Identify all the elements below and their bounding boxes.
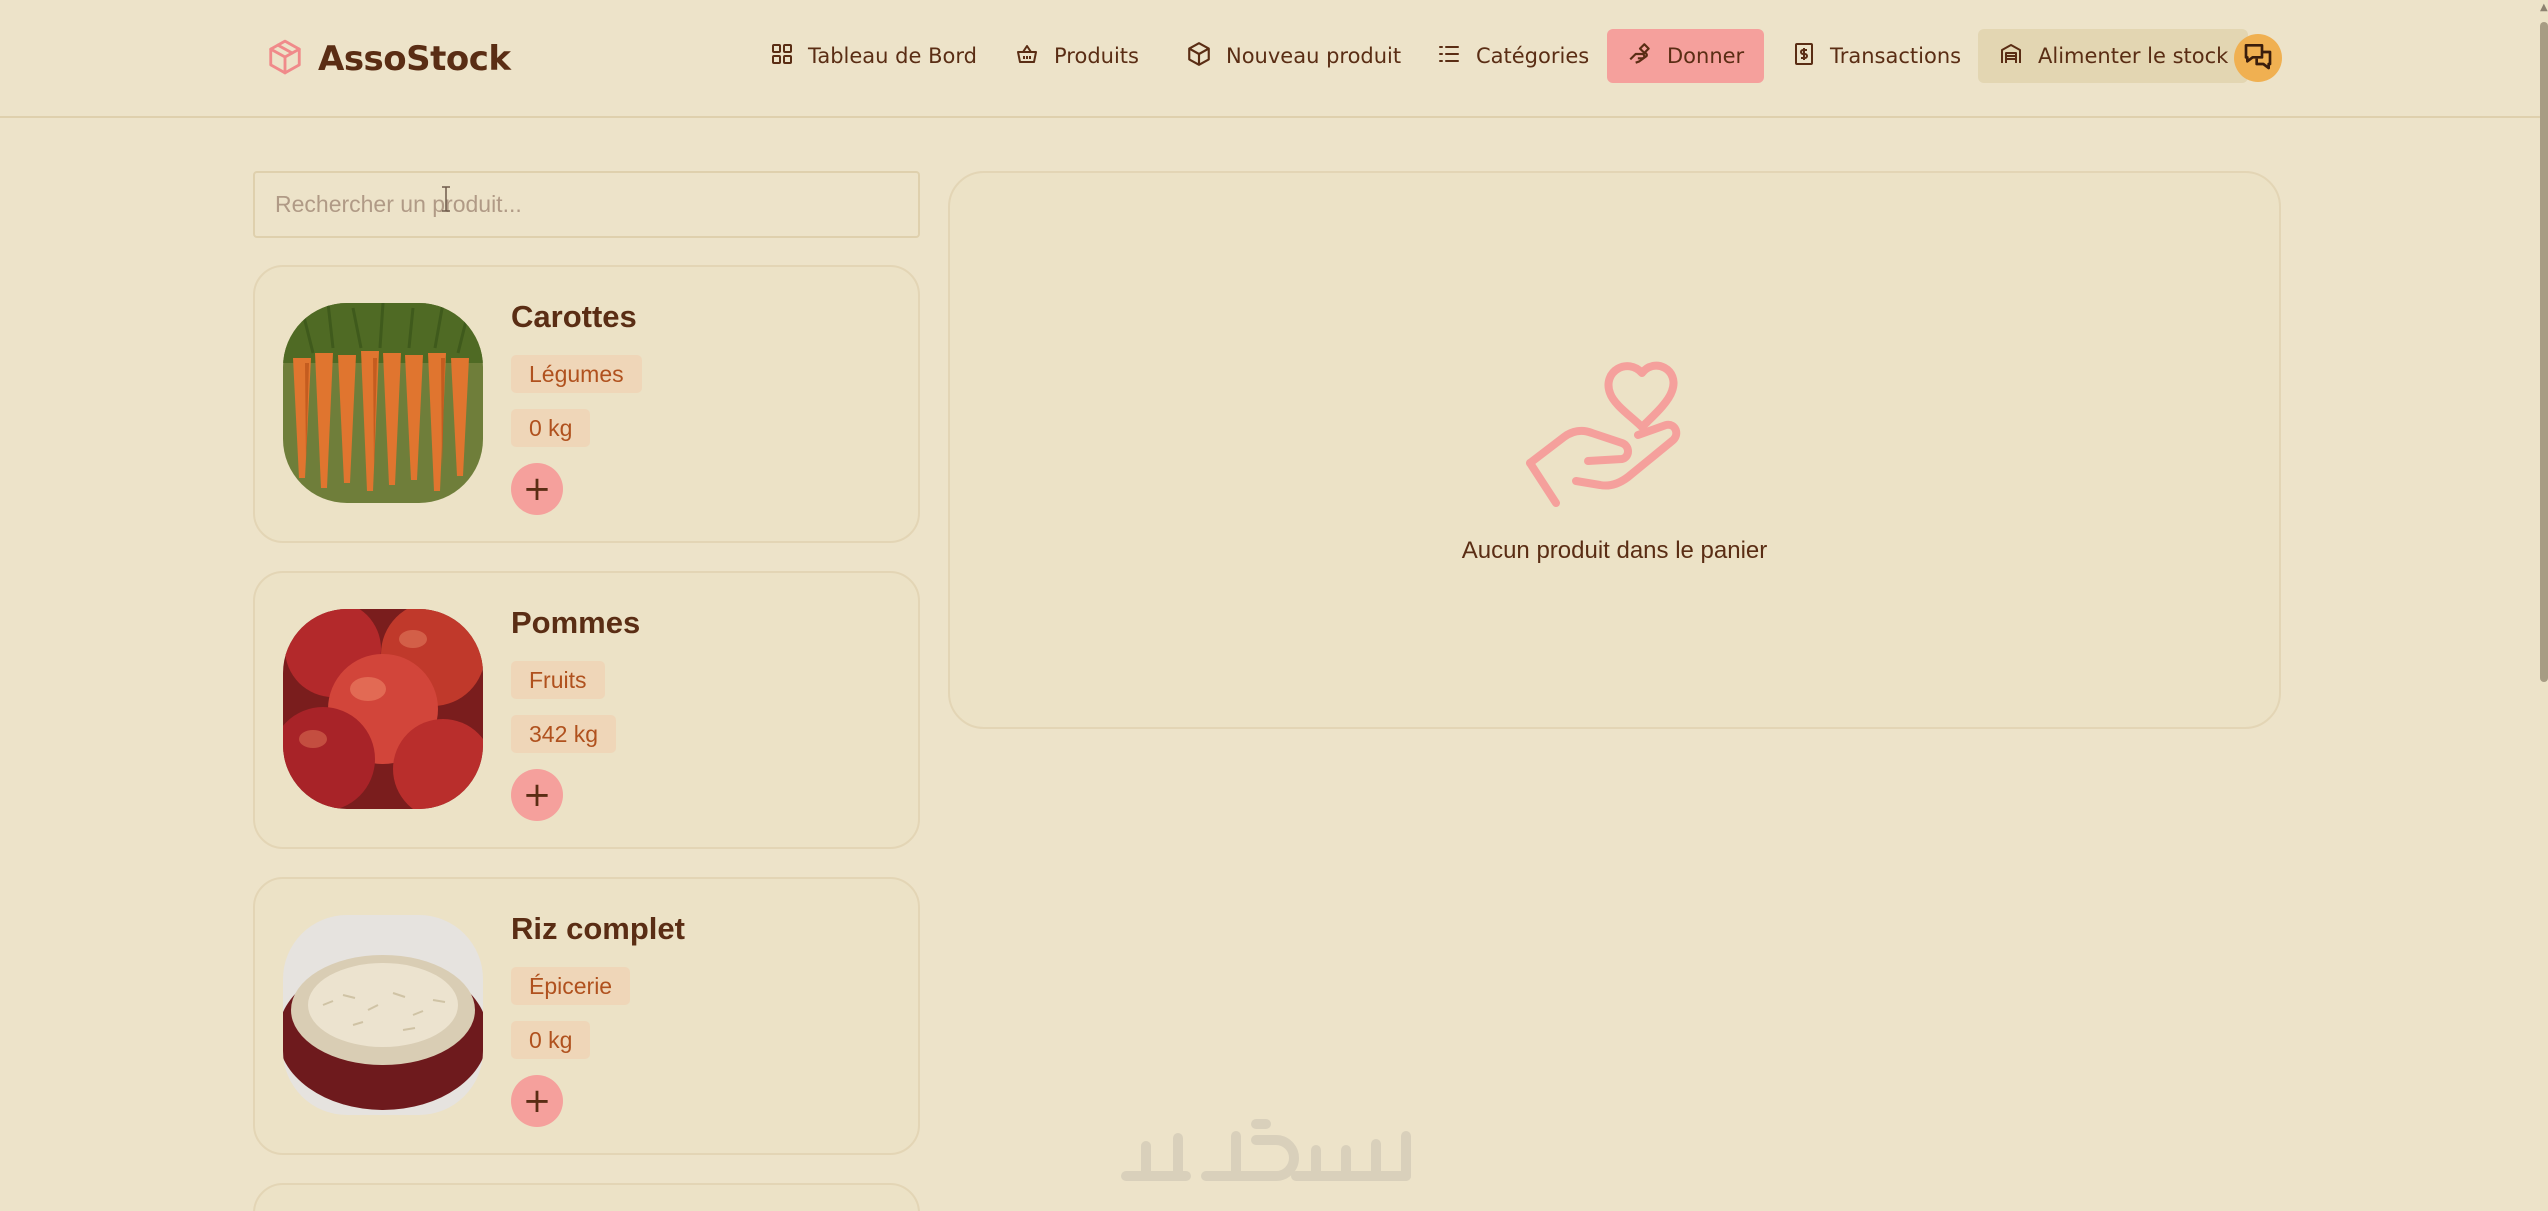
text-cursor-icon <box>442 186 450 212</box>
basket-icon <box>1014 42 1040 71</box>
nav-label: Produits <box>1054 44 1139 68</box>
scroll-up-arrow-icon[interactable]: ▲ <box>2540 2 2548 14</box>
nav-tableau-de-bord[interactable]: Tableau de Bord <box>750 28 997 84</box>
category-badge: Fruits <box>511 661 605 699</box>
chat-button[interactable] <box>2234 34 2282 82</box>
top-navbar: AssoStock Tableau de Bord Produits Nouve… <box>0 0 2540 118</box>
nav-produits[interactable]: Produits <box>994 28 1159 84</box>
empty-cart-message: Aucun produit dans le panier <box>1461 537 1768 564</box>
app-name: AssoStock <box>318 39 511 79</box>
stock-badge: 0 kg <box>511 409 591 447</box>
logo-box-icon <box>266 37 304 81</box>
stock-badge: 342 kg <box>511 715 617 753</box>
page-scrollbar[interactable]: ▲ <box>2540 0 2548 1211</box>
nav-label: Tableau de Bord <box>808 44 977 68</box>
add-to-cart-button[interactable]: + <box>511 463 563 515</box>
scrollbar-thumb[interactable] <box>2540 22 2548 682</box>
nav-alimenter-le-stock[interactable]: Alimenter le stock <box>1978 29 2249 83</box>
nav-label: Nouveau produit <box>1226 44 1402 68</box>
stock-badge: 0 kg <box>511 1021 591 1059</box>
add-to-cart-button[interactable]: + <box>511 769 563 821</box>
nav-nouveau-produit[interactable]: Nouveau produit <box>1166 28 1421 84</box>
add-to-cart-button[interactable]: + <box>511 1075 563 1127</box>
nav-categories[interactable]: Catégories <box>1416 28 1609 84</box>
warehouse-icon <box>1998 42 2024 71</box>
carrots-image <box>283 303 483 503</box>
category-badge: Légumes <box>511 355 642 393</box>
product-name: Pommes <box>511 605 641 640</box>
app-logo[interactable]: AssoStock <box>266 34 511 84</box>
rice-image <box>283 915 483 1115</box>
apples-image <box>283 609 483 809</box>
nav-donner[interactable]: Donner <box>1607 29 1765 83</box>
nav-label: Transactions <box>1830 44 1962 68</box>
search-input[interactable] <box>253 171 920 238</box>
product-name: Riz complet <box>511 911 685 946</box>
hand-heart-icon <box>1522 353 1708 527</box>
nav-transactions[interactable]: Transactions <box>1772 28 1981 84</box>
donation-cart-panel: Aucun produit dans le panier <box>948 171 2281 729</box>
watermark-logo <box>1121 1119 1411 1181</box>
nav-label: Alimenter le stock <box>2038 44 2229 68</box>
product-card: Carottes Légumes 0 kg + <box>253 265 920 543</box>
dollar-icon <box>1792 41 1816 72</box>
product-card: Riz complet Épicerie 0 kg + <box>253 877 920 1155</box>
nav-label: Donner <box>1667 44 1745 68</box>
product-card: Pommes Fruits 342 kg + <box>253 571 920 849</box>
hand-heart-icon <box>1627 41 1653 72</box>
category-badge: Épicerie <box>511 967 631 1005</box>
product-name: Carottes <box>511 299 637 334</box>
product-card-partial <box>253 1183 920 1211</box>
list-icon <box>1436 42 1462 71</box>
package-icon <box>1186 41 1212 72</box>
dashboard-icon <box>770 42 794 71</box>
chat-bubbles-icon <box>2241 40 2275 76</box>
nav-label: Catégories <box>1476 44 1590 68</box>
